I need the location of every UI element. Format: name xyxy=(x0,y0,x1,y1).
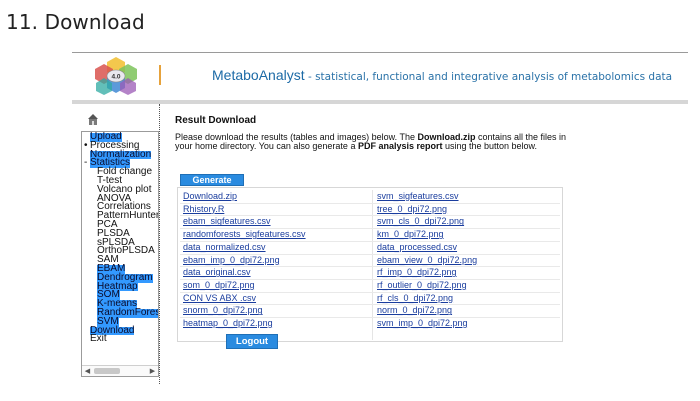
file-row: randomforests_sigfeatures.csv km_0_dpi72.… xyxy=(178,228,564,241)
file-link[interactable]: rf_imp_0_dpi72.png xyxy=(377,266,457,279)
desc-text: using the button below. xyxy=(442,141,538,151)
file-row: ebam_sigfeatures.csv svm_cls_0_dpi72.png xyxy=(178,215,564,228)
app-screenshot: 4.0 MetaboAnalyst - statistical, functio… xyxy=(72,52,688,384)
file-row: heatmap_0_dpi72.png svm_imp_0_dpi72.png xyxy=(178,317,564,330)
sidebar: Upload • Processing Normalization - Statis… xyxy=(72,104,160,384)
file-row: som_0_dpi72.png rf_outlier_0_dpi72.png xyxy=(178,279,564,292)
download-description: Please download the results (tables and … xyxy=(175,133,575,151)
file-link[interactable]: ebam_view_0_dpi72.png xyxy=(377,254,477,267)
file-row: CON VS ABX .csv rf_cls_0_dpi72.png xyxy=(178,292,564,305)
download-files-table: Download.zip svm_sigfeatures.csv Rhistory.… xyxy=(177,187,563,342)
file-link[interactable]: ebam_sigfeatures.csv xyxy=(183,215,271,228)
nav-item-exit[interactable]: Exit xyxy=(82,333,158,345)
nav-item-orthoplsda[interactable]: OrthoPLSDA xyxy=(82,246,158,256)
desc-report-name: PDF analysis report xyxy=(357,141,443,151)
nav-item-heatmap[interactable]: Heatmap xyxy=(82,281,158,292)
file-link[interactable]: norm_0_dpi72.png xyxy=(377,304,452,317)
generate-report-button[interactable]: Generate xyxy=(180,174,244,186)
logo-version-text: 4.0 xyxy=(111,74,120,81)
file-row: Download.zip svm_sigfeatures.csv xyxy=(178,190,564,203)
file-row: data_original.csv rf_imp_0_dpi72.png xyxy=(178,266,564,279)
file-link[interactable]: randomforests_sigfeatures.csv xyxy=(183,228,306,241)
file-link[interactable]: snorm_0_dpi72.png xyxy=(183,304,263,317)
file-link[interactable]: rf_outlier_0_dpi72.png xyxy=(377,279,467,292)
app-tagline: - statistical, functional and integrativ… xyxy=(304,71,673,83)
scroll-right-icon[interactable]: ▶ xyxy=(148,367,157,376)
metaboanalyst-logo-icon: 4.0 xyxy=(95,57,137,95)
file-link[interactable]: CON VS ABX .csv xyxy=(183,292,256,305)
nav-label: Exit xyxy=(90,333,107,345)
app-name: MetaboAnalyst xyxy=(212,67,305,83)
scroll-left-icon[interactable]: ◀ xyxy=(83,367,92,376)
page-title: Result Download xyxy=(175,115,257,126)
app-header: 4.0 MetaboAnalyst - statistical, functio… xyxy=(72,53,688,99)
file-row: ebam_imp_0_dpi72.png ebam_view_0_dpi72.pn… xyxy=(178,254,564,267)
file-link[interactable]: Download.zip xyxy=(183,190,237,203)
file-link[interactable]: data_normalized.csv xyxy=(183,241,266,254)
file-link[interactable]: svm_imp_0_dpi72.png xyxy=(377,317,468,330)
file-link[interactable]: tree_0_dpi72.png xyxy=(377,203,447,216)
file-link[interactable]: svm_cls_0_dpi72.png xyxy=(377,215,464,228)
logout-button[interactable]: Logout xyxy=(226,334,278,349)
file-row: snorm_0_dpi72.png norm_0_dpi72.png xyxy=(178,304,564,317)
file-row: Rhistory.R tree_0_dpi72.png xyxy=(178,203,564,216)
app-title: MetaboAnalyst - statistical, functional … xyxy=(212,67,672,83)
scrollbar-thumb[interactable] xyxy=(94,368,120,374)
file-link[interactable]: data_processed.csv xyxy=(377,241,457,254)
file-row: data_normalized.csv data_processed.csv xyxy=(178,241,564,254)
file-link[interactable]: km_0_dpi72.png xyxy=(377,228,444,241)
document-heading: 11. Download xyxy=(6,10,145,34)
file-link[interactable]: Rhistory.R xyxy=(183,203,224,216)
file-link[interactable]: som_0_dpi72.png xyxy=(183,279,255,292)
file-link[interactable]: svm_sigfeatures.csv xyxy=(377,190,459,203)
file-link[interactable]: heatmap_0_dpi72.png xyxy=(183,317,273,330)
navigation-list: Upload • Processing Normalization - Statis… xyxy=(82,132,158,345)
home-icon[interactable] xyxy=(88,114,98,126)
horizontal-scrollbar[interactable]: ◀ ▶ xyxy=(82,365,158,376)
nav-item-patternhunter[interactable]: PatternHunter xyxy=(82,211,158,221)
file-link[interactable]: ebam_imp_0_dpi72.png xyxy=(183,254,280,267)
navigation-tree[interactable]: Upload • Processing Normalization - Statis… xyxy=(81,131,159,377)
nav-item-randomforest[interactable]: RandomForest xyxy=(82,308,158,318)
file-link[interactable]: data_original.csv xyxy=(183,266,251,279)
file-link[interactable]: rf_cls_0_dpi72.png xyxy=(377,292,453,305)
brand-divider xyxy=(159,65,161,85)
